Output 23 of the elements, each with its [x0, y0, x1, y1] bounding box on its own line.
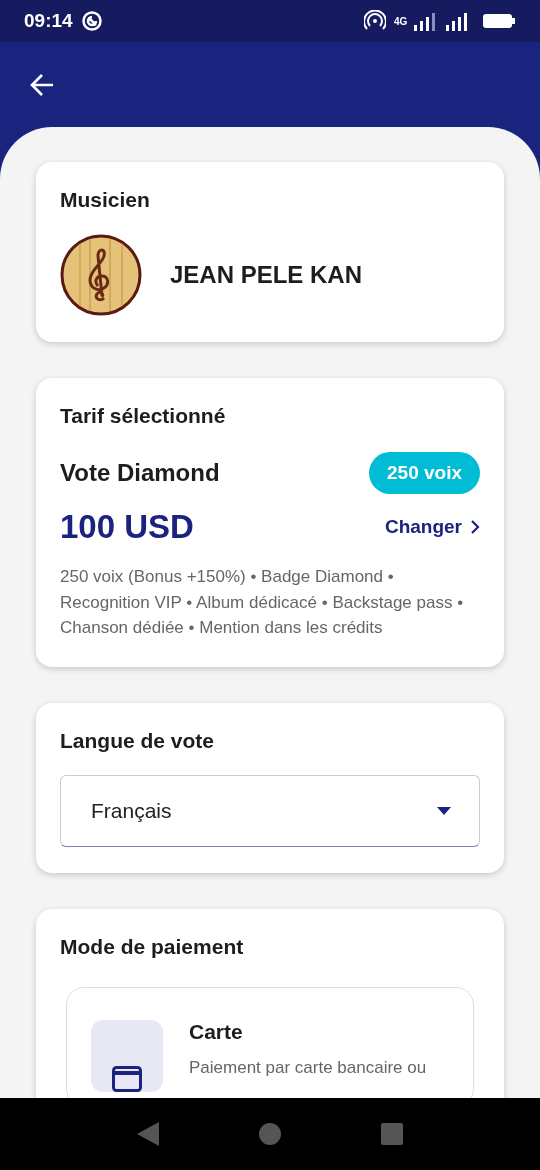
network-type: 4G [394, 16, 406, 26]
home-button[interactable] [259, 1123, 281, 1145]
change-link[interactable]: Changer [384, 516, 480, 538]
price: 100 USD [60, 508, 194, 546]
card-title: Langue de vote [60, 728, 216, 753]
musician-name: JEAN PELE KAN [170, 261, 363, 289]
card-icon [112, 1065, 142, 1092]
back-nav-button[interactable] [137, 1122, 159, 1146]
option-description: Paiement par carte bancaire ou [189, 1057, 427, 1078]
sync-icon [80, 10, 103, 32]
card-title: Tarif sélectionné [60, 404, 227, 428]
dropdown-caret-icon [437, 806, 451, 815]
plan-name: Vote Diamond [60, 459, 220, 487]
language-dropdown[interactable]: Français [60, 774, 480, 847]
status-time: 09:14 [24, 10, 73, 32]
battery-icon [482, 12, 516, 30]
card-title: Mode de paiement [60, 934, 245, 959]
card-title: Musicien [60, 188, 151, 212]
option-title: Carte [189, 1019, 244, 1044]
chevron-right-icon [470, 519, 480, 535]
votes-badge: 250 voix [369, 452, 480, 494]
plan-description: 250 voix (Bonus +150%) • Badge Diamond • Recognition VIP • Album dédicacé • Backstage pass • Chanson dédiée • Mention dans les crédits [60, 566, 465, 639]
hotspot-icon [364, 10, 386, 32]
